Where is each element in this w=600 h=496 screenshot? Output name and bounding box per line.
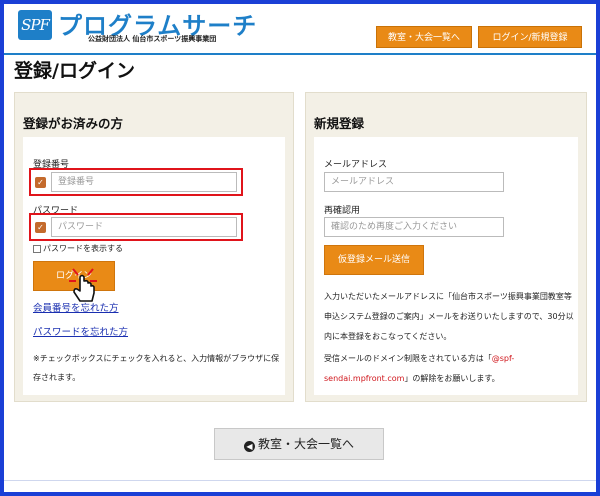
site-subtitle: 公益財団法人 仙台市スポーツ振興事業団: [88, 35, 217, 43]
remember-registration-checkbox[interactable]: ✓: [35, 177, 46, 188]
register-panel-body: メールアドレス メールアドレス 再確認用 確認のため再度ご入力ください 仮登録メ…: [314, 137, 578, 395]
checkbox-note: ※チェックボックスにチェックを入れると、入力情報がブラウザに保存されます。: [33, 354, 280, 382]
arrow-left-circle-icon: ◀: [243, 441, 255, 452]
registration-number-input[interactable]: 登録番号: [51, 172, 237, 192]
domain-info-post: 」の解除をお願いします。: [404, 374, 500, 383]
register-panel: 新規登録 メールアドレス メールアドレス 再確認用 確認のため再度ご入力ください…: [305, 92, 587, 402]
forgot-password-link[interactable]: パスワードを忘れた方: [33, 324, 128, 338]
back-to-classes-label: 教室・大会一覧へ: [257, 437, 354, 451]
page-title: 登録/ログイン: [14, 60, 135, 82]
remember-password-checkbox[interactable]: ✓: [35, 222, 46, 233]
spf-logo-icon[interactable]: SPF: [18, 10, 52, 40]
confirm-email-input[interactable]: 確認のため再度ご入力ください: [324, 217, 504, 237]
login-panel-heading: 登録がお済みの方: [23, 116, 124, 131]
registration-info-text: 入力いただいたメールアドレスに「仙台市スポーツ振興事業団教室等申込システム登録の…: [324, 292, 574, 341]
show-password-checkbox[interactable]: [33, 245, 41, 253]
back-to-classes-button[interactable]: ◀ 教室・大会一覧へ: [214, 428, 384, 460]
domain-info-text: 受信メールのドメイン制限をされている方は「@spf-sendai.mpfront…: [324, 349, 576, 389]
login-panel: 登録がお済みの方 登録番号 ✓ 登録番号 パスワード ✓ パスワード パスワード…: [14, 92, 294, 402]
email-label: メールアドレス: [324, 160, 388, 170]
footer-divider: [4, 480, 596, 481]
password-input[interactable]: パスワード: [51, 217, 237, 237]
header-divider: [4, 53, 596, 55]
nav-classes-button[interactable]: 教室・大会一覧へ: [376, 26, 472, 48]
domain-info-pre: 受信メールのドメイン制限をされている方は「: [324, 354, 492, 363]
forgot-member-number-link[interactable]: 会員番号を忘れた方: [33, 300, 119, 314]
login-panel-body: 登録番号 ✓ 登録番号 パスワード ✓ パスワード パスワードを表示する ログイ…: [23, 137, 285, 395]
confirm-email-label: 再確認用: [324, 206, 361, 216]
page-frame: SPF プログラムサーチ 公益財団法人 仙台市スポーツ振興事業団 教室・大会一覧…: [4, 4, 596, 492]
nav-login-button[interactable]: ログイン/新規登録: [478, 26, 582, 48]
show-password-label[interactable]: パスワードを表示する: [43, 243, 123, 254]
register-panel-heading: 新規登録: [314, 116, 365, 131]
email-input[interactable]: メールアドレス: [324, 172, 504, 192]
send-provisional-email-button[interactable]: 仮登録メール送信: [324, 245, 424, 275]
